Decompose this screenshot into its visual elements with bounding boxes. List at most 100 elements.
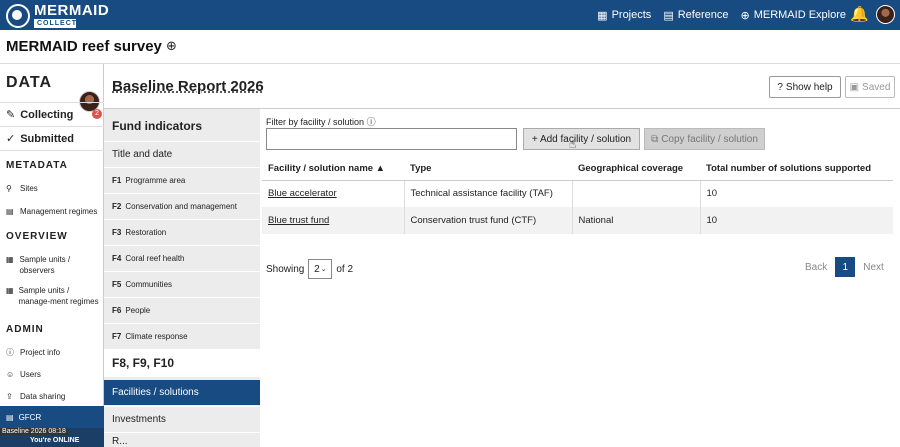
sidebar-item-gfcr[interactable]: ▤ GFCR	[0, 406, 104, 428]
sidebar-item-submitted[interactable]: ✓ Submitted	[0, 126, 104, 150]
fund-item-title-date[interactable]: Title and date	[104, 141, 260, 166]
table-row[interactable]: Blue accelerator Technical assistance fa…	[262, 180, 893, 207]
filter-label: Filter by facility / solution ⓘ	[266, 115, 376, 128]
fund-item-label: Restoration	[125, 227, 167, 237]
fund-item-f7[interactable]: F7 Climate response	[104, 323, 260, 348]
projects-icon: ▦	[597, 9, 608, 22]
sidebar-item-label: Data sharing	[20, 392, 66, 401]
fund-item-label: Programme area	[125, 175, 186, 185]
table-cell: Blue trust fund	[262, 207, 405, 234]
tooltip: Baseline 2026 08:18	[0, 428, 68, 435]
user-avatar[interactable]	[876, 5, 895, 24]
fund-item-investments[interactable]: Investments	[104, 406, 260, 431]
sidebar-item-data-sharing[interactable]: ⇪ Data sharing	[6, 391, 102, 402]
column-header-coverage[interactable]: Geographical coverage	[572, 158, 700, 181]
logo-title: MERMAID	[34, 2, 110, 19]
sidebar-item-label: Sample units / manage-ment regimes	[18, 286, 99, 306]
next-button[interactable]: Next	[863, 262, 884, 273]
table-row[interactable]: Blue trust fund Conservation trust fund …	[262, 207, 893, 234]
facility-link[interactable]: Blue accelerator	[268, 188, 337, 199]
sidebar-item-label: Users	[20, 370, 41, 379]
fund-item-f4[interactable]: F4 Coral reef health	[104, 245, 260, 270]
sidebar-item-sites[interactable]: ⚲ Sites	[6, 183, 102, 194]
logo-sub: COLLECT	[34, 19, 76, 28]
metadata-heading: METADATA	[6, 160, 68, 171]
save-icon: ▣	[849, 81, 860, 93]
online-text: You're ONLINE	[30, 437, 80, 444]
sidebar-item-su-observers[interactable]: ▦ Sample units / observers	[6, 254, 102, 276]
fund-code: F3	[112, 227, 122, 237]
sidebar-item-label: Sites	[20, 184, 38, 193]
divider	[0, 150, 104, 151]
show-help-button[interactable]: ? Show help	[769, 76, 841, 98]
sidebar-item-su-regimes[interactable]: ▦ Sample units / manage-ment regimes	[6, 285, 102, 307]
fund-item-label: Facilities / solutions	[112, 387, 199, 398]
fund-item-f3[interactable]: F3 Restoration	[104, 219, 260, 244]
clipboard-icon: ▤	[6, 207, 14, 216]
nav-reference[interactable]: ▤ Reference	[663, 9, 728, 22]
table-cell: Blue accelerator	[262, 180, 405, 207]
fund-item-cut[interactable]: R...	[104, 432, 260, 447]
mermaid-logo[interactable]: MERMAID COLLECT	[6, 3, 109, 28]
top-nav: ▦ Projects ▤ Reference ⊕ MERMAID Explore	[597, 0, 846, 30]
back-button[interactable]: Back	[805, 262, 827, 273]
filter-input[interactable]	[266, 128, 517, 150]
fund-item-f1[interactable]: F1 Programme area	[104, 167, 260, 192]
sidebar-item-users[interactable]: ☺ Users	[6, 369, 102, 380]
table-cell	[572, 180, 701, 207]
grid-icon: ▦	[6, 255, 14, 264]
fund-item-label: Coral reef health	[125, 253, 185, 263]
fund-code: F7	[112, 331, 122, 341]
column-header-total[interactable]: Total number of solutions supported	[700, 158, 893, 181]
column-header-type[interactable]: Type	[404, 158, 572, 181]
fund-code: F4	[112, 253, 122, 263]
fund-code: F2	[112, 201, 122, 211]
fund-item-f5[interactable]: F5 Communities	[104, 271, 260, 296]
sidebar-item-label: Sample units / observers	[19, 255, 71, 275]
nav-explore-label: MERMAID Explore	[753, 9, 846, 21]
column-header-name[interactable]: Facility / solution name ▲	[262, 158, 404, 181]
admin-heading: ADMIN	[6, 324, 44, 335]
chevron-down-icon: ⌄	[320, 266, 327, 273]
fund-item-label: R...	[112, 436, 128, 447]
fund-item-f2[interactable]: F2 Conservation and management	[104, 193, 260, 218]
fund-group-f8-f10: F8, F9, F10	[104, 349, 260, 377]
main-content: Baseline Report 2026 ? Show help ▣ Saved…	[104, 64, 900, 447]
sidebar-item-project-info[interactable]: ⓘ Project info	[6, 347, 102, 358]
info-icon[interactable]: ⓘ	[367, 117, 376, 127]
page-size-control: Showing 2 ⌄ of 2	[266, 259, 353, 279]
sidebar-item-management-regimes[interactable]: ▤ Management regimes	[6, 206, 102, 217]
top-bar: MERMAID COLLECT ▦ Projects ▤ Reference ⊕…	[0, 0, 900, 30]
online-status: Baseline 2026 08:18 You're ONLINE	[0, 428, 104, 447]
sidebar: DATA 2 ✎ Collecting ✓ Submitted METADATA…	[0, 64, 104, 447]
gfcr-icon: ▤	[6, 412, 14, 422]
grid-icon: ▦	[6, 286, 14, 295]
nav-explore[interactable]: ⊕ MERMAID Explore	[740, 9, 846, 22]
report-title[interactable]: Baseline Report 2026	[112, 78, 264, 95]
table-cell: National	[572, 207, 701, 234]
page-button-current[interactable]: 1	[835, 257, 856, 277]
page-size-value: 2	[314, 263, 320, 275]
add-facility-button[interactable]: + Add facility / solution	[523, 128, 640, 150]
table-cell: Technical assistance facility (TAF)	[404, 180, 573, 207]
fund-indicators-panel: Fund indicators Title and date F1 Program…	[104, 109, 260, 447]
facilities-table: Facility / solution name ▲ Type Geograph…	[262, 158, 893, 234]
saved-button[interactable]: ▣ Saved	[845, 76, 895, 98]
submitted-icon: ✓	[6, 133, 16, 145]
nav-projects[interactable]: ▦ Projects	[597, 9, 651, 22]
nav-projects-label: Projects	[611, 9, 652, 21]
globe-icon: ⊕	[740, 9, 750, 22]
copy-facility-button[interactable]: ⧉ Copy facility / solution	[644, 128, 765, 150]
bell-icon[interactable]: 🔔	[850, 6, 869, 24]
globe-icon[interactable]: ⊕	[166, 38, 177, 54]
page-size-select[interactable]: 2 ⌄	[308, 259, 333, 279]
fund-item-facilities[interactable]: Facilities / solutions	[104, 380, 260, 405]
overview-heading: OVERVIEW	[6, 231, 68, 242]
facility-link[interactable]: Blue trust fund	[268, 215, 329, 226]
fund-item-f6[interactable]: F6 People	[104, 297, 260, 322]
fund-code: F6	[112, 305, 122, 315]
sidebar-item-label: Submitted	[20, 132, 74, 145]
sidebar-item-collecting[interactable]: ✎ Collecting	[0, 102, 104, 126]
sidebar-item-label: Collecting	[20, 108, 74, 121]
fund-item-label: Conservation and management	[125, 201, 237, 211]
